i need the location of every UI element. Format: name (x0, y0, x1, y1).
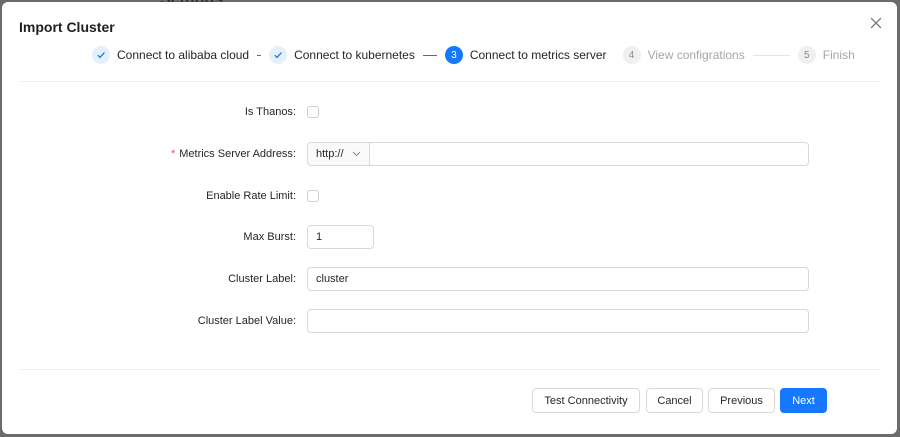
check-icon (274, 52, 282, 59)
close-button[interactable] (867, 14, 885, 32)
steps-bar: Connect to alibaba cloud Connect to kube… (92, 44, 855, 66)
required-asterisk: * (170, 148, 176, 160)
header-divider (19, 81, 880, 82)
cluster-label-label: Cluster Label: (228, 273, 296, 285)
step-finish: 5 Finish (797, 46, 855, 64)
cluster-label-input[interactable]: cluster (307, 267, 809, 291)
step-connector (422, 54, 437, 56)
step-connector (257, 54, 262, 56)
cluster-label-value-label-text: Cluster Label Value (197, 315, 293, 327)
enable-rate-limit-checkbox[interactable] (307, 190, 319, 202)
max-burst-label: Max Burst: (243, 231, 296, 243)
step-connect-alibaba-cloud: Connect to alibaba cloud (92, 46, 249, 64)
max-burst-input[interactable]: 1 (307, 225, 374, 249)
form-row-cluster-label-value: Cluster Label Value: (2, 309, 897, 333)
test-connectivity-button[interactable]: Test Connectivity (532, 388, 640, 413)
enable-rate-limit-label: Enable Rate Limit: (206, 190, 296, 202)
step-2-label: Connect to kubernetes (294, 48, 415, 62)
metrics-server-address-label: * Metrics Server Address: (170, 148, 296, 160)
footer-divider (19, 369, 880, 370)
step-connect-kubernetes: Connect to kubernetes (269, 46, 415, 64)
step-4-indicator: 4 (622, 46, 641, 64)
form-row-cluster-label: Cluster Label: cluster (2, 267, 897, 291)
cancel-button[interactable]: Cancel (646, 388, 703, 413)
protocol-select-value: http:// (316, 148, 344, 160)
form-row-is-thanos: Is Thanos: (2, 100, 897, 124)
form-row-max-burst: Max Burst: 1 (2, 225, 897, 249)
cluster-label-value-label: Cluster Label Value: (197, 315, 296, 327)
metrics-server-address-label-text: Metrics Server Address (179, 148, 293, 160)
is-thanos-label: Is Thanos: (244, 106, 296, 118)
step-1-indicator (92, 46, 110, 64)
metrics-server-address-input[interactable] (369, 142, 809, 166)
modal-title: Import Cluster (19, 19, 115, 35)
step-view-configurations: 4 View configrations (622, 46, 745, 64)
step-4-label: View configrations (647, 48, 745, 62)
previous-button[interactable]: Previous (708, 388, 775, 413)
enable-rate-limit-label-text: Enable Rate Limit (206, 190, 293, 202)
check-icon (97, 52, 105, 59)
form-row-enable-rate-limit: Enable Rate Limit: (2, 184, 897, 208)
is-thanos-checkbox[interactable] (307, 106, 319, 118)
chevron-down-icon (352, 151, 360, 157)
max-burst-label-text: Max Burst (243, 231, 293, 243)
step-connector (752, 54, 790, 56)
form-row-metrics-server-address: * Metrics Server Address: http:// (2, 142, 897, 166)
next-button[interactable]: Next (780, 388, 827, 413)
cluster-label-value-input[interactable] (307, 309, 809, 333)
step-connect-metrics-server: 3 Connect to metrics server (444, 46, 607, 64)
step-5-indicator: 5 (797, 46, 816, 64)
cluster-label-label-text: Cluster Label (228, 273, 293, 285)
step-2-indicator (269, 46, 288, 64)
step-3-label: Connect to metrics server (469, 48, 607, 62)
import-cluster-modal: Import Cluster Connect to alibaba cloud … (2, 2, 897, 434)
step-5-label: Finish (822, 48, 855, 62)
is-thanos-label-text: Is Thanos (244, 106, 293, 118)
step-1-label: Connect to alibaba cloud (117, 48, 250, 62)
metrics-server-address-group: http:// (307, 142, 809, 166)
step-3-indicator: 3 (444, 46, 463, 64)
close-icon (870, 17, 882, 29)
protocol-select[interactable]: http:// (307, 142, 369, 166)
